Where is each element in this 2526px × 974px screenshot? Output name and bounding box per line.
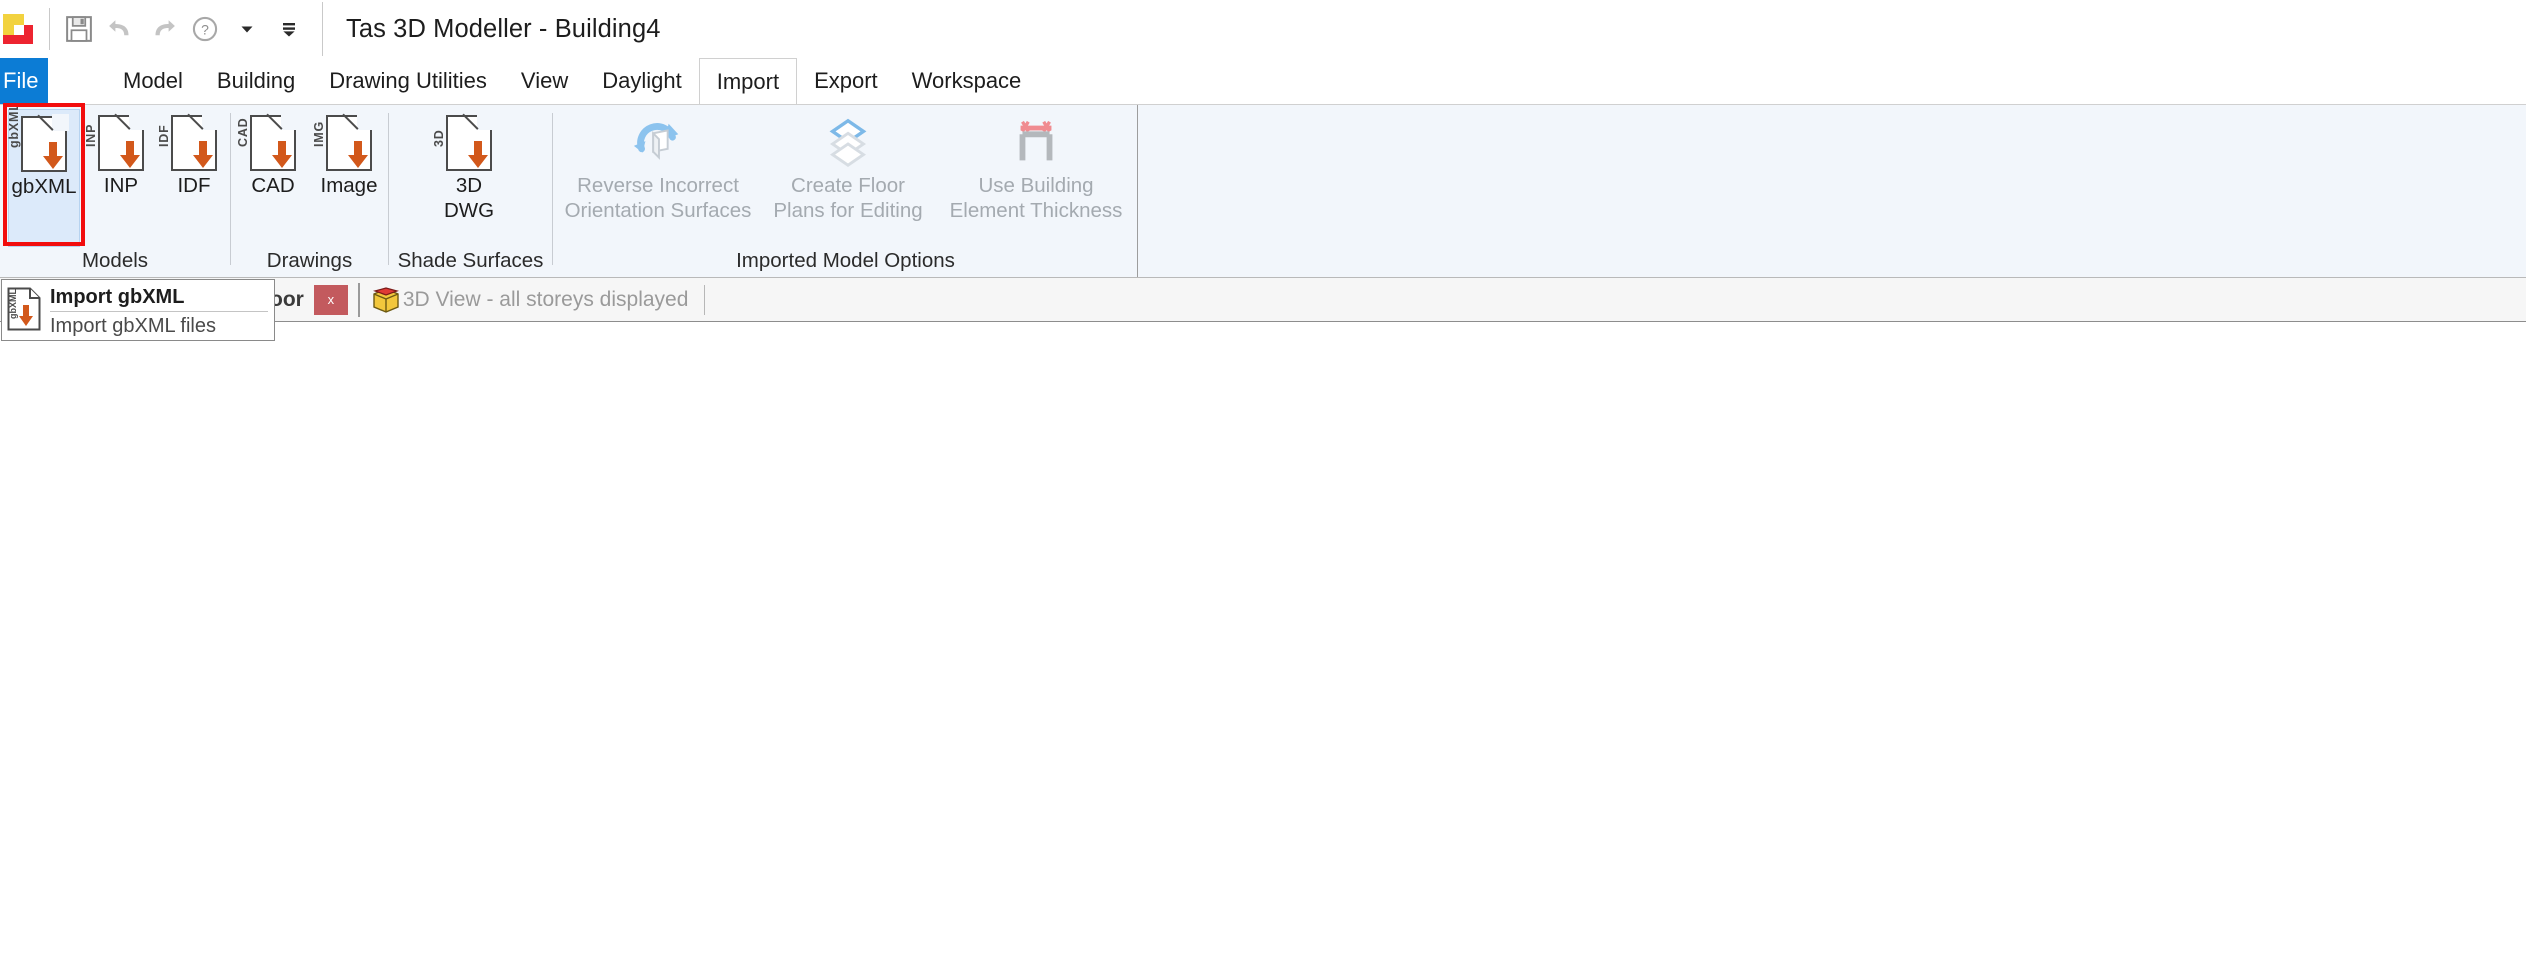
image-file-import-icon-text: IMG	[312, 120, 326, 147]
menu-item-daylight[interactable]: Daylight	[585, 58, 698, 104]
quick-access-toolbar: ?	[60, 10, 308, 48]
create-floor-plans-for-editing-button-label2: Plans for Editing	[773, 198, 923, 222]
ribbon-group-shade-surfaces-label: Shade Surfaces	[397, 249, 544, 272]
ribbon-group-models: gbXML gbXML INP INP IDF IDF Models	[0, 100, 230, 277]
tooltip-body: Import gbXML Import gbXML files	[50, 285, 268, 338]
import-cad-button-label: CAD	[251, 174, 295, 197]
import-inp-button-label: INP	[103, 174, 139, 197]
reverse-incorrect-orientation-surfaces-button-label: Reverse Incorrect	[577, 174, 739, 197]
menu-item-drawing-utilities[interactable]: Drawing Utilities	[312, 58, 504, 104]
ribbon-group-models-label: Models	[81, 249, 149, 272]
document-tab-3d-view-label: 3D View - all storeys displayed	[402, 287, 689, 311]
inp-file-import-icon: INP	[84, 100, 146, 171]
import-inp-button[interactable]: INP INP	[84, 100, 154, 247]
create-floor-plans-for-editing-button-label: Create Floor	[791, 174, 905, 197]
dwg-3d-file-import-icon: 3D	[432, 100, 494, 171]
cad-file-import-icon: CAD	[236, 100, 298, 171]
reverse-orientation-icon	[630, 115, 686, 171]
gbxml-file-import-icon: gbXML	[7, 287, 41, 331]
svg-text:?: ?	[201, 21, 209, 37]
chevron-down-icon[interactable]	[228, 10, 266, 48]
create-floor-plans-icon	[820, 115, 876, 171]
customize-quick-access-icon[interactable]	[270, 10, 308, 48]
ribbon-group-imported-model-options-label: Imported Model Options	[736, 249, 955, 272]
idf-file-import-icon-text: IDF	[157, 124, 171, 147]
redo-icon[interactable]	[144, 10, 182, 48]
ribbon: gbXML gbXML INP INP IDF IDF Models CAD C…	[0, 100, 2526, 278]
menu-item-export[interactable]: Export	[797, 58, 895, 104]
svg-text:gbXML: gbXML	[8, 289, 18, 319]
gbxml-file-import-icon: gbXML	[7, 101, 69, 172]
import-idf-button[interactable]: IDF IDF	[157, 100, 226, 247]
menu-item-file[interactable]: File	[0, 58, 48, 104]
close-icon[interactable]: x	[313, 284, 348, 315]
ribbon-group-drawings: CAD CAD IMG Image Drawings	[231, 100, 388, 277]
import-gbxml-button-label: gbXML	[11, 175, 77, 198]
help-icon[interactable]: ?	[186, 10, 224, 48]
tab-bar-end-divider	[704, 284, 706, 315]
use-building-element-thickness-button-label2: Element Thickness	[949, 198, 1123, 222]
document-tab-3d-view[interactable]: 3D View - all storeys displayed	[364, 279, 697, 321]
tooltip-import-gbxml: gbXML Import gbXML Import gbXML files	[1, 279, 275, 341]
title-bar: ? Tas 3D Modeller - Building4	[0, 0, 2526, 58]
ribbon-group-shade-surfaces: 3D 3D DWG Shade Surfaces	[389, 100, 552, 277]
ribbon-group-imported-model-options: Reverse Incorrect Orientation Surfaces C…	[553, 105, 1138, 277]
menu-item-view[interactable]: View	[504, 58, 585, 104]
image-file-import-icon: IMG	[312, 100, 374, 171]
gbxml-file-import-icon-text: gbXML	[7, 102, 21, 148]
document-tab-active-label: oor	[270, 287, 304, 311]
undo-icon[interactable]	[102, 10, 140, 48]
import-3d-dwg-button-label: 3D	[455, 174, 483, 197]
inp-file-import-icon-text: INP	[84, 123, 98, 147]
cad-file-import-icon-text: CAD	[236, 117, 250, 147]
import-gbxml-button[interactable]: gbXML gbXML	[7, 101, 80, 247]
reverse-incorrect-orientation-surfaces-button-label2: Orientation Surfaces	[564, 198, 752, 222]
dwg-3d-file-import-icon-text: 3D	[432, 129, 446, 147]
titlebar-divider-2	[322, 2, 323, 56]
document-tab-active[interactable]: oor x	[262, 279, 354, 321]
menu-item-list: Model Building Drawing Utilities View Da…	[106, 58, 1038, 104]
menu-item-model[interactable]: Model	[106, 58, 200, 104]
import-image-button[interactable]: IMG Image	[312, 100, 385, 247]
import-idf-button-label: IDF	[177, 174, 211, 197]
document-tab-bar: oor x 3D View - all storeys displayed	[0, 278, 2526, 322]
ribbon-group-drawings-label: Drawings	[266, 249, 353, 272]
import-3d-dwg-button[interactable]: 3D 3D DWG	[432, 100, 505, 247]
building-element-thickness-icon	[1008, 115, 1064, 171]
model-canvas[interactable]	[0, 322, 2526, 974]
menu-item-import[interactable]: Import	[698, 58, 798, 104]
ribbon-panel: gbXML gbXML INP INP IDF IDF Models CAD C…	[0, 100, 1138, 277]
tab-divider	[357, 282, 360, 317]
save-icon[interactable]	[60, 10, 98, 48]
idf-file-import-icon: IDF	[157, 100, 219, 171]
menu-item-workspace[interactable]: Workspace	[895, 58, 1039, 104]
3d-view-cube-icon	[372, 286, 400, 313]
window-title: Tas 3D Modeller - Building4	[346, 14, 661, 43]
menu-item-building[interactable]: Building	[200, 58, 312, 104]
tas-app-logo[interactable]	[3, 14, 33, 44]
tooltip-description: Import gbXML files	[50, 315, 216, 337]
import-cad-button[interactable]: CAD CAD	[236, 100, 307, 247]
import-3d-dwg-button-label2: DWG	[443, 198, 495, 222]
create-floor-plans-for-editing-button[interactable]: Create Floor Plans for Editing	[758, 109, 938, 247]
import-image-button-label: Image	[320, 174, 378, 197]
reverse-incorrect-orientation-surfaces-button[interactable]: Reverse Incorrect Orientation Surfaces	[563, 109, 753, 247]
use-building-element-thickness-button[interactable]: Use Building Element Thickness	[941, 109, 1131, 247]
menu-bar: File Model Building Drawing Utilities Vi…	[0, 58, 2526, 104]
tooltip-title: Import gbXML	[50, 286, 268, 312]
use-building-element-thickness-button-label: Use Building	[978, 174, 1094, 197]
titlebar-divider-1	[49, 8, 50, 50]
